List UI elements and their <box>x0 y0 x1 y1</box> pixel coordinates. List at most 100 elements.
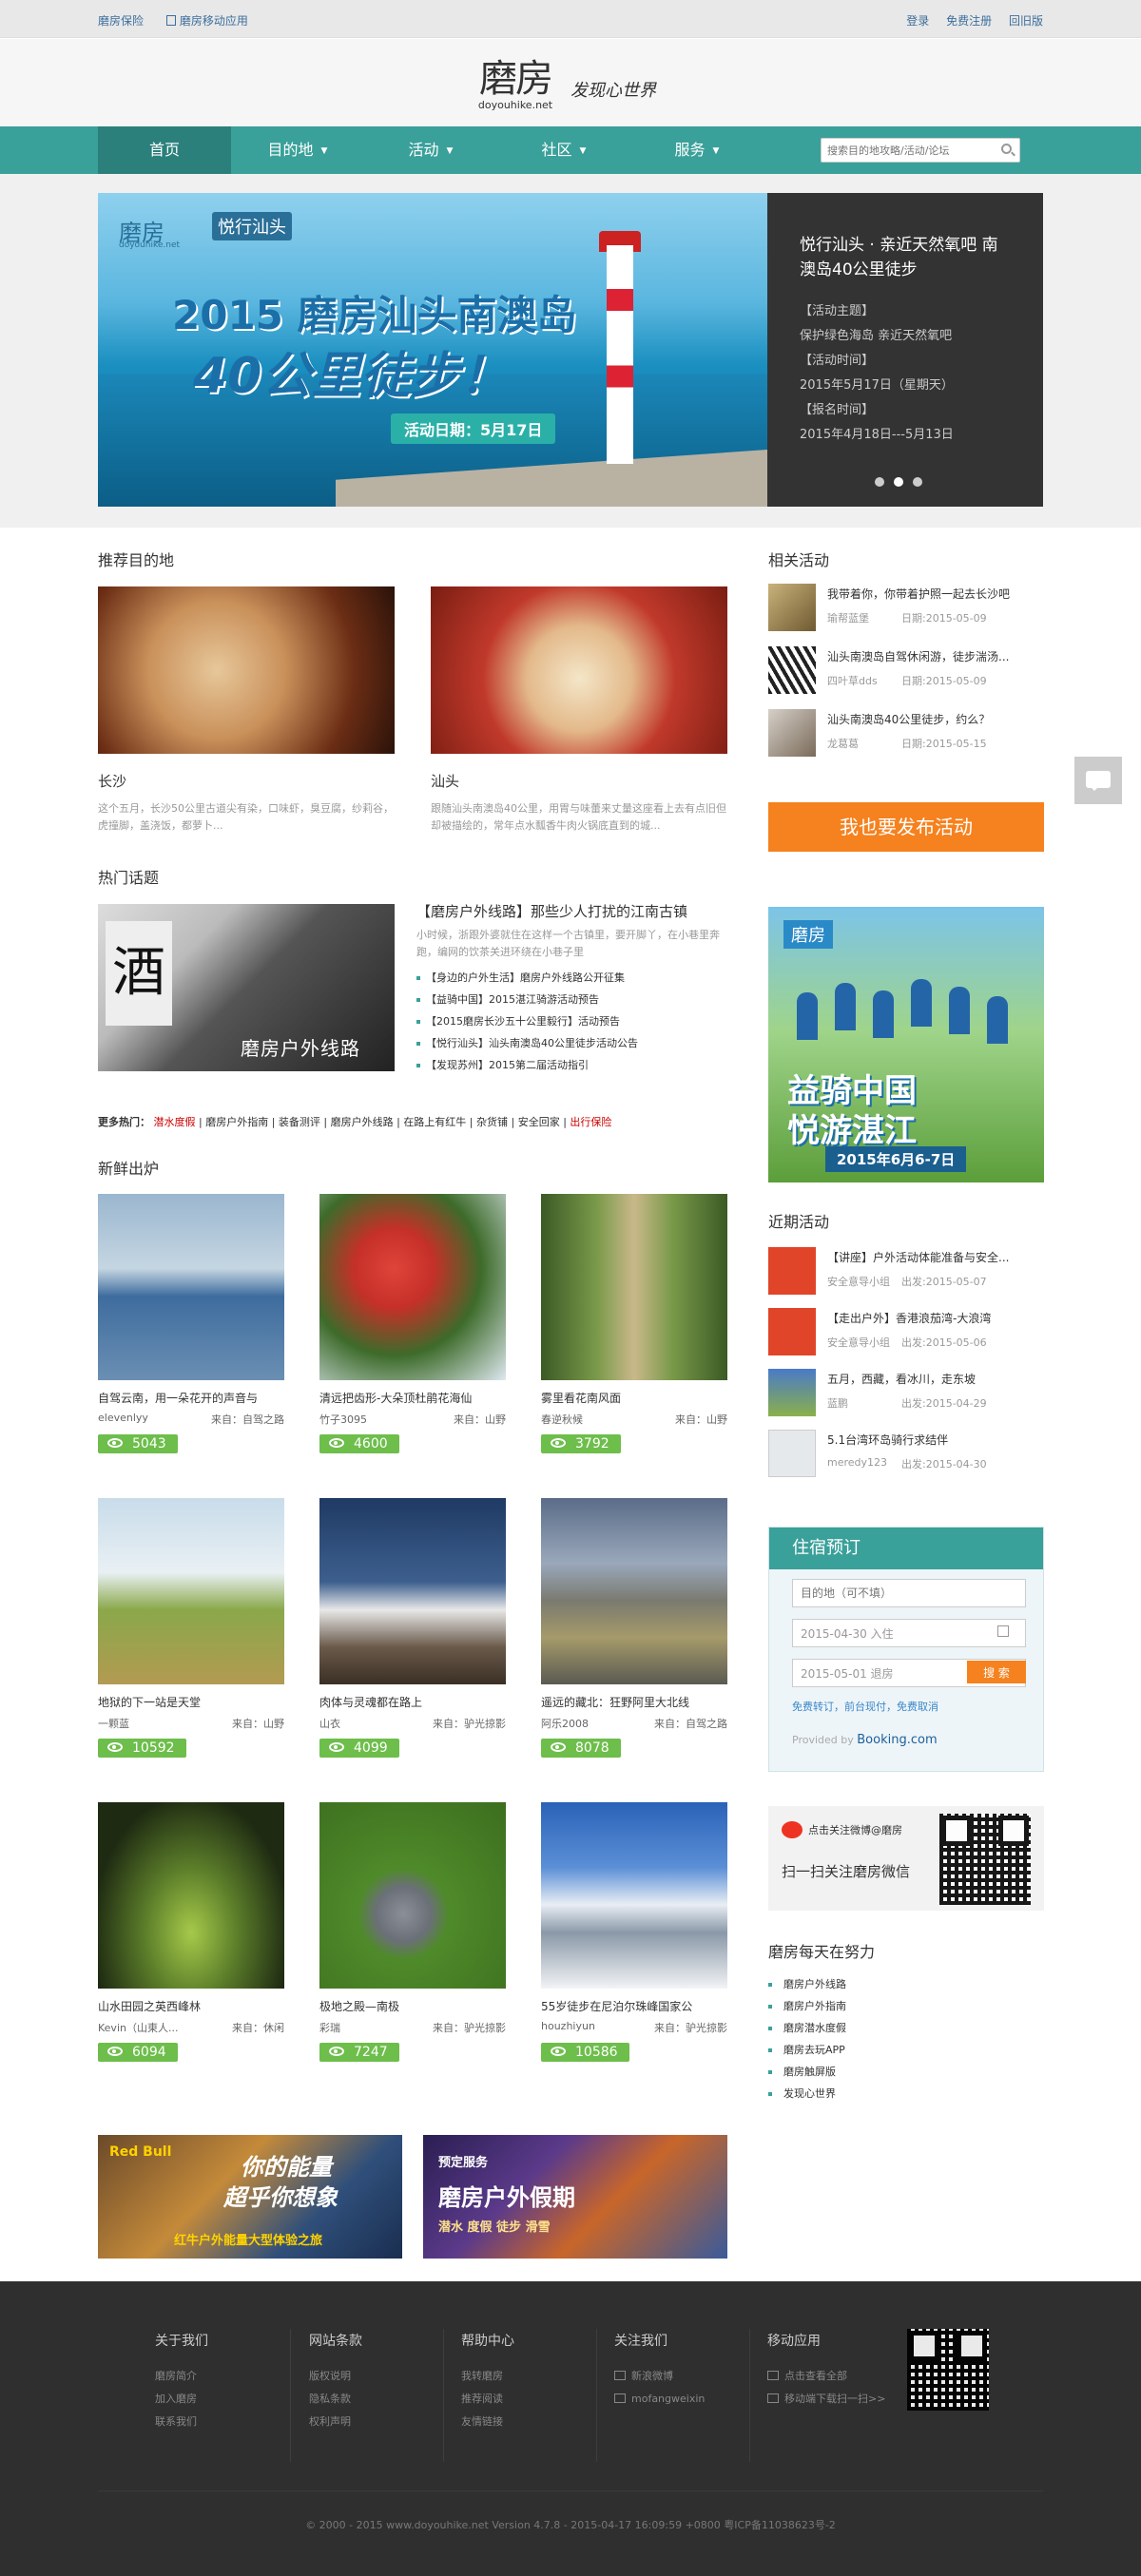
related-title[interactable]: 汕头南澳岛自驾休闲游，徒步湍汤... <box>827 648 1044 664</box>
fresh-title[interactable]: 清远把齿形-大朵顶杜鹃花海仙 <box>319 1390 506 1406</box>
booking-links[interactable]: 免费转订，前台现付，免费取消 <box>792 1699 1043 1714</box>
banner-side-title[interactable]: 悦行汕头 · 亲近天然氧吧 南澳岛40公里徒步 <box>800 233 1013 282</box>
daily-link[interactable]: 发现心世界 <box>768 2083 875 2105</box>
more-hot-link[interactable]: 在路上有红牛 <box>403 1116 466 1128</box>
fresh-card[interactable]: 山水田园之英西峰林 Kevin（山東人... 来自：休闲 6094 <box>98 1802 284 2062</box>
fresh-author[interactable]: 春逆秋候 <box>541 1412 583 1427</box>
fresh-source[interactable]: 休闲 <box>263 2022 284 2034</box>
recent-activity[interactable]: 5.1台湾环岛骑行求结伴 meredy123 出发:2015-04-30 <box>768 1430 1044 1485</box>
daily-link[interactable]: 磨房潜水度假 <box>768 2017 875 2039</box>
daily-link[interactable]: 磨房触屏版 <box>768 2061 875 2083</box>
checkin-input[interactable] <box>792 1619 1026 1647</box>
fresh-image[interactable] <box>541 1802 727 1989</box>
fresh-source[interactable]: 自驾之路 <box>242 1413 284 1426</box>
recent-title[interactable]: 【讲座】户外活动体能准备与安全... <box>827 1249 1044 1265</box>
fresh-title[interactable]: 肉体与灵魂都在路上 <box>319 1694 506 1710</box>
weibo-follow[interactable]: 点击关注微博@磨房 <box>782 1821 902 1838</box>
more-hot-link[interactable]: 安全回家 <box>518 1116 560 1128</box>
vacation-ad[interactable]: 预定服务 磨房户外假期 潜水 度假 徒步 滑雪 <box>423 2135 727 2259</box>
fresh-card[interactable]: 肉体与灵魂都在路上 山衣 来自：驴光掠影 4099 <box>319 1498 506 1758</box>
fresh-author[interactable]: 山衣 <box>319 1716 340 1731</box>
related-activity[interactable]: 汕头南澳岛自驾休闲游，徒步湍汤... 四叶草dds 日期:2015-05-09 <box>768 646 1044 702</box>
destination-name[interactable]: 长沙 <box>98 771 395 791</box>
carousel-dot[interactable] <box>894 477 903 487</box>
recent-user[interactable]: 安全意导小组 <box>827 1335 890 1350</box>
more-hot-link[interactable]: 杂货铺 <box>476 1116 508 1128</box>
calendar-icon[interactable] <box>997 1625 1009 1637</box>
fresh-card[interactable]: 雾里看花南风面 春逆秋候 来自：山野 3792 <box>541 1194 727 1453</box>
avatar[interactable] <box>768 1308 816 1355</box>
feedback-button[interactable] <box>1074 757 1122 804</box>
destination-image[interactable] <box>98 586 395 754</box>
fresh-author[interactable]: 竹子3095 <box>319 1412 367 1427</box>
site-logo[interactable]: 磨房 doyouhike.net <box>474 58 557 111</box>
destination-card[interactable]: 长沙 这个五月，长沙50公里古道尖有染，口味虾，臭豆腐，纱莉谷，虎撞脚，盖浇饭，… <box>98 586 395 835</box>
fresh-image[interactable] <box>319 1194 506 1380</box>
booking-search-button[interactable]: 搜 索 <box>967 1661 1026 1683</box>
avatar[interactable] <box>768 709 816 757</box>
fresh-card[interactable]: 自驾云南，用一朵花开的声音与 elevenlyy 来自：自驾之路 5043 <box>98 1194 284 1453</box>
recent-activity[interactable]: 【讲座】户外活动体能准备与安全... 安全意导小组 出发:2015-05-07 <box>768 1247 1044 1302</box>
fresh-author[interactable]: 一颗蓝 <box>98 1716 129 1731</box>
avatar[interactable] <box>768 1430 816 1477</box>
more-hot-link[interactable]: 磨房户外指南 <box>205 1116 268 1128</box>
fresh-source[interactable]: 山野 <box>263 1718 284 1730</box>
search-icon[interactable] <box>1001 144 1012 154</box>
fresh-author[interactable]: 阿乐2008 <box>541 1716 589 1731</box>
related-activity[interactable]: 汕头南澳岛40公里徒步，约么？ 龙葛葛 日期:2015-05-15 <box>768 709 1044 764</box>
daily-link[interactable]: 磨房户外指南 <box>768 1995 875 2017</box>
fresh-author[interactable]: 彩瑞 <box>319 2020 340 2035</box>
fresh-card[interactable]: 清远把齿形-大朵顶杜鹃花海仙 竹子3095 来自：山野 4600 <box>319 1194 506 1453</box>
hot-topic-link[interactable]: 【身边的户外生活】磨房户外线路公开征集 <box>416 967 721 989</box>
recent-title[interactable]: 五月，西藏，看冰川，走东坡 <box>827 1371 1044 1387</box>
recent-activity[interactable]: 【走出户外】香港浪茄湾-大浪湾 安全意导小组 出发:2015-05-06 <box>768 1308 1044 1363</box>
fresh-source[interactable]: 山野 <box>485 1413 506 1426</box>
destination-input[interactable] <box>792 1579 1026 1607</box>
fresh-author[interactable]: houzhiyun <box>541 2020 595 2032</box>
more-hot-link[interactable]: 磨房户外线路 <box>331 1116 394 1128</box>
footer-link[interactable]: 推荐阅读 <box>461 2388 514 2411</box>
fresh-author[interactable]: Kevin（山東人... <box>98 2020 178 2035</box>
daily-link[interactable]: 磨房去玩APP <box>768 2039 875 2061</box>
fresh-image[interactable] <box>98 1802 284 1989</box>
related-user[interactable]: 四叶草dds <box>827 673 878 688</box>
fresh-card[interactable]: 地狱的下一站是天堂 一颗蓝 来自：山野 10592 <box>98 1498 284 1758</box>
fresh-image[interactable] <box>319 1802 506 1989</box>
hot-topic-link[interactable]: 【发现苏州】2015第二届活动指引 <box>416 1054 721 1076</box>
nav-destination[interactable]: 目的地 ▼ <box>231 126 364 174</box>
carousel-dot[interactable] <box>875 477 884 487</box>
mobile-app-link[interactable]: 磨房移动应用 <box>165 14 267 28</box>
footer-weibo-link[interactable]: 新浪微博 <box>614 2365 705 2388</box>
destination-card[interactable]: 汕头 跟随汕头南澳岛40公里，用胃与味蕾来丈量这座看上去有点旧但却被描绘的，常年… <box>431 586 727 835</box>
footer-link[interactable]: 联系我们 <box>155 2411 208 2433</box>
fresh-card[interactable]: 55岁徒步在尼泊尔珠峰国家公 houzhiyun 来自：驴光掠影 10586 <box>541 1802 727 2062</box>
hot-topic-image[interactable]: 酒 磨房户外线路 <box>98 904 395 1071</box>
nav-service[interactable]: 服务 ▼ <box>630 126 764 174</box>
more-hot-link[interactable]: 出行保险 <box>570 1116 611 1128</box>
fresh-title[interactable]: 55岁徒步在尼泊尔珠峰国家公 <box>541 1998 727 2014</box>
related-user[interactable]: 龙葛葛 <box>827 736 859 751</box>
footer-link[interactable]: 我转磨房 <box>461 2365 514 2388</box>
daily-link[interactable]: 磨房户外线路 <box>768 1973 875 1995</box>
footer-link[interactable]: 友情链接 <box>461 2411 514 2433</box>
publish-activity-button[interactable]: 我也要发布活动 <box>768 802 1044 852</box>
more-hot-link[interactable]: 潜水度假 <box>154 1116 196 1128</box>
fresh-title[interactable]: 遥远的藏北：狂野阿里大北线 <box>541 1694 727 1710</box>
fresh-source[interactable]: 驴光掠影 <box>464 1718 506 1730</box>
redbull-ad[interactable]: Red Bull 你的能量 超乎你想象 红牛户外能量大型体验之旅 <box>98 2135 402 2259</box>
footer-app-link[interactable]: 点击查看全部 <box>767 2365 885 2388</box>
footer-link[interactable]: 加入磨房 <box>155 2388 208 2411</box>
banner-image[interactable]: 磨房 doyouhike.net 悦行汕头 2015 磨房汕头南澳岛 40公里徒… <box>98 193 767 507</box>
insurance-link[interactable]: 磨房保险 <box>98 14 163 28</box>
fresh-title[interactable]: 雾里看花南风面 <box>541 1390 727 1406</box>
fresh-image[interactable] <box>319 1498 506 1684</box>
avatar[interactable] <box>768 1247 816 1295</box>
recent-title[interactable]: 5.1台湾环岛骑行求结伴 <box>827 1432 1044 1448</box>
recent-user[interactable]: 安全意导小组 <box>827 1274 890 1289</box>
recent-title[interactable]: 【走出户外】香港浪茄湾-大浪湾 <box>827 1310 1044 1326</box>
footer-link[interactable]: 版权说明 <box>309 2365 362 2388</box>
fresh-image[interactable] <box>541 1194 727 1380</box>
footer-link[interactable]: 隐私条款 <box>309 2388 362 2411</box>
login-link[interactable]: 登录 <box>893 14 929 28</box>
search-input[interactable] <box>822 139 989 162</box>
